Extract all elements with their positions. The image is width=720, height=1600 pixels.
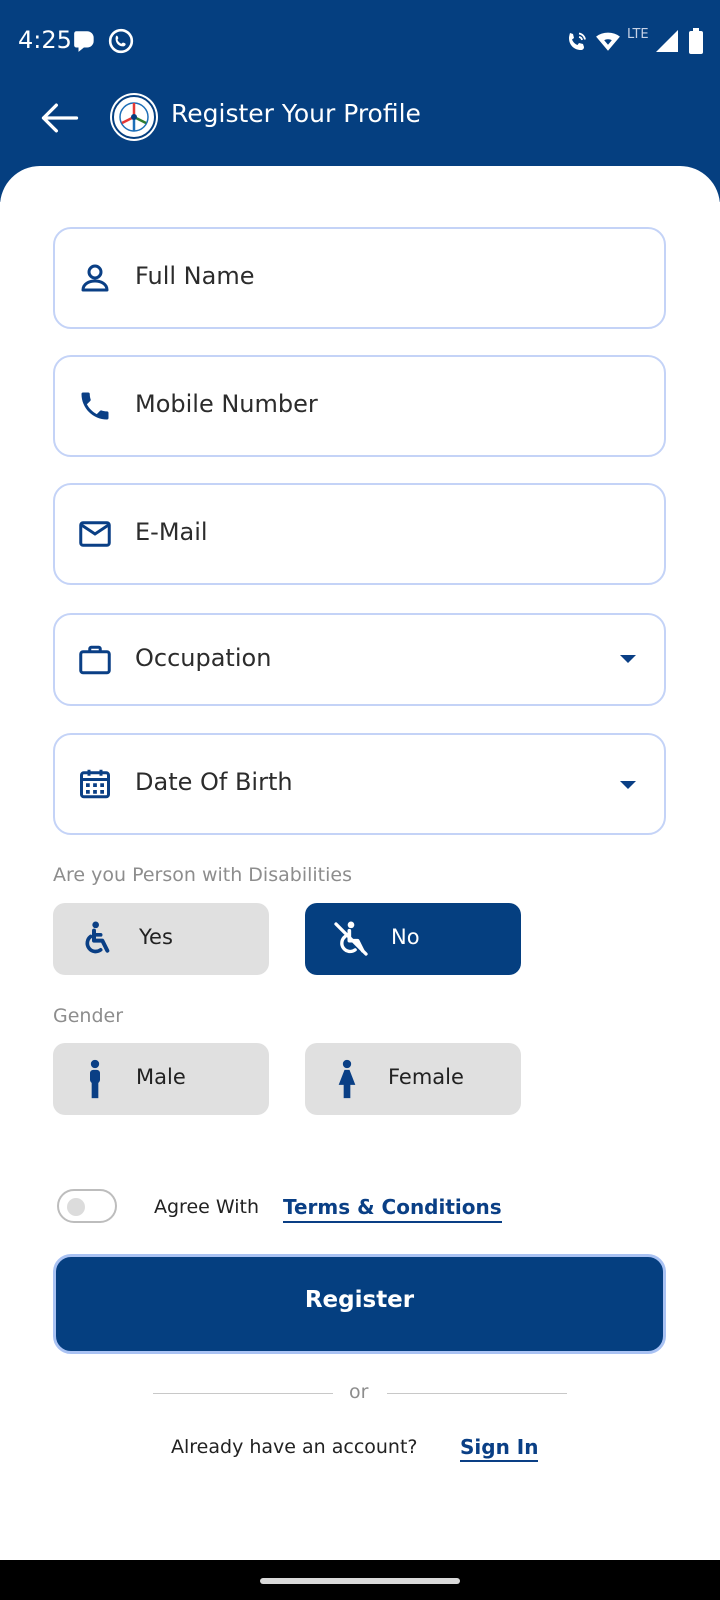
gender-label: Gender [53,1005,124,1027]
email-field[interactable]: E-Mail [53,483,666,585]
disability-yes-label: Yes [139,925,173,949]
calendar-icon [80,769,110,799]
disability-label: Are you Person with Disabilities [53,864,352,886]
not-accessible-icon [334,921,368,956]
person-icon [81,264,109,292]
signal-icon [656,30,678,52]
register-button[interactable]: Register [53,1254,666,1354]
arrow-left-icon[interactable] [38,96,82,140]
date-of-birth-dropdown[interactable]: Date Of Birth [53,733,666,835]
gender-female-label: Female [388,1065,464,1089]
chevron-down-icon [620,655,636,663]
terms-conditions-link[interactable]: Terms & Conditions [283,1195,502,1223]
logo-icon [112,95,156,139]
page-title: Register Your Profile [171,99,421,128]
notification-icon [74,31,94,52]
sign-in-link[interactable]: Sign In [460,1435,539,1462]
email-placeholder: E-Mail [135,518,208,546]
status-time: 4:25 [18,26,72,54]
divider-left [153,1393,333,1394]
occupation-dropdown[interactable]: Occupation [53,613,666,706]
wifi-calling-icon [569,32,586,50]
gender-male-label: Male [136,1065,186,1089]
status-bar: 4:25 LTE [0,0,720,82]
disability-yes-button[interactable]: Yes [53,903,269,975]
gender-male-button[interactable]: Male [53,1043,269,1115]
accessible-icon [85,921,110,954]
whatsapp-icon [108,28,134,54]
occupation-placeholder: Occupation [135,644,272,672]
mobile-number-field[interactable]: Mobile Number [53,355,666,457]
disability-no-button[interactable]: No [305,903,521,975]
mobile-number-placeholder: Mobile Number [135,390,318,418]
battery-icon [689,28,703,54]
mail-icon [79,521,111,547]
full-name-field[interactable]: Full Name [53,227,666,329]
agree-with-text: Agree With [154,1196,260,1218]
already-have-account-text: Already have an account? [171,1436,418,1458]
date-of-birth-placeholder: Date Of Birth [135,768,293,796]
or-divider-text: or [349,1381,369,1403]
home-gesture-handle[interactable] [260,1578,460,1584]
phone-icon [81,392,109,420]
full-name-placeholder: Full Name [135,262,255,290]
chevron-down-icon [620,781,636,789]
app-logo [110,93,158,141]
wifi-icon [596,32,620,51]
disability-no-label: No [391,925,420,949]
navigation-bar [0,1560,720,1600]
register-button-label: Register [304,1287,415,1313]
male-icon [90,1059,100,1099]
network-type-label: LTE [627,27,649,42]
toggle-knob [67,1198,85,1216]
female-icon [338,1059,356,1099]
divider-right [387,1393,567,1394]
terms-toggle[interactable] [57,1189,117,1223]
gender-female-button[interactable]: Female [305,1043,521,1115]
briefcase-icon [79,645,111,675]
